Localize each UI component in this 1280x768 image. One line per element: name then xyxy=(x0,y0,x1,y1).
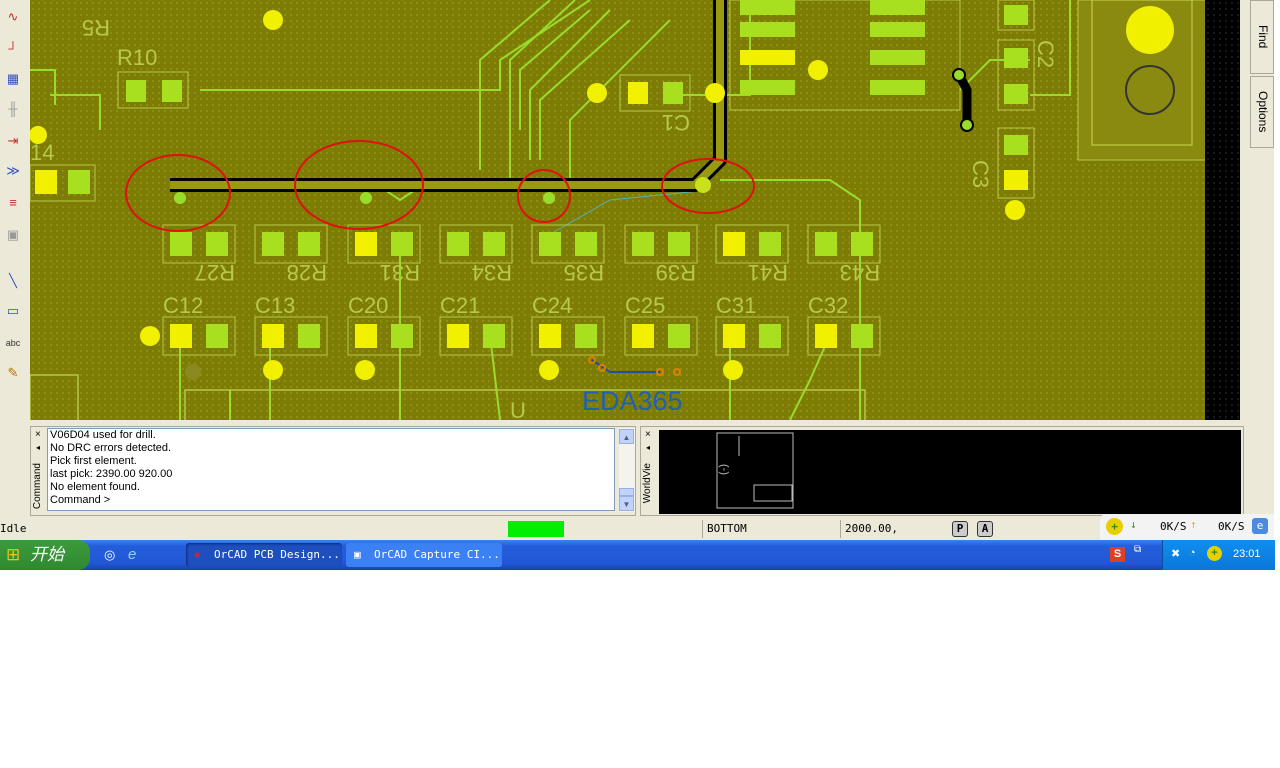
label-r41: R41 xyxy=(748,260,788,285)
label-c31: C31 xyxy=(716,293,756,318)
orcad-pcb-icon: ✱ xyxy=(194,548,201,561)
worldview-map[interactable]: (-) xyxy=(659,430,1241,514)
label-r27: R27 xyxy=(195,260,235,285)
clock[interactable]: 23:01 xyxy=(1233,548,1261,560)
label-14: 14 xyxy=(30,140,54,165)
start-label: 开始 xyxy=(30,545,64,564)
command-panel-title: Command xyxy=(32,463,43,510)
command-line: No DRC errors detected. xyxy=(50,442,172,454)
worldview-panel: × ◂ WorldVie (-) xyxy=(640,426,1244,516)
pcb-design-canvas[interactable]: R10 14 R5 R27 R28 R31 R34 R35 R39 R41 R4… xyxy=(30,0,1240,420)
route-icon[interactable]: ∿ xyxy=(4,8,22,26)
label-c13: C13 xyxy=(255,293,295,318)
left-toolbar: ∿ ┘ ▦ ╫ ⇥ ≫ ≡ ▣ ╲ ▭ abc ✎ xyxy=(0,0,31,395)
label-c32: C32 xyxy=(808,293,848,318)
volume-icon[interactable]: ◔ xyxy=(1189,547,1196,559)
download-arrow-icon: ↓ xyxy=(1130,518,1137,531)
svg-text:EDA365: EDA365 xyxy=(582,386,683,416)
command-output[interactable]: V06D04 used for drill. No DRC errors det… xyxy=(47,428,615,511)
pcb-drawing: R10 14 R5 R27 R28 R31 R34 R35 R39 R41 R4… xyxy=(30,0,1219,420)
close-icon[interactable]: × xyxy=(35,429,41,440)
ie-icon[interactable]: e xyxy=(128,546,136,563)
command-line: No element found. xyxy=(50,481,140,493)
close-icon[interactable]: × xyxy=(645,429,651,440)
label-r10: R10 xyxy=(117,45,157,70)
sogou-ime-icon[interactable]: S xyxy=(1110,547,1125,562)
orcad-pcb-window: ∿ ┘ ▦ ╫ ⇥ ≫ ≡ ▣ ╲ ▭ abc ✎ R10 14 R5 R27 … xyxy=(0,0,1274,570)
spread-icon[interactable]: ≡ xyxy=(4,194,22,212)
right-panel-tabs: Find Options xyxy=(1250,0,1274,150)
label-c20: C20 xyxy=(348,293,388,318)
label-u: U xyxy=(510,398,526,420)
label-r31: R31 xyxy=(380,260,420,285)
off-board-area xyxy=(1205,0,1240,420)
label-r39: R39 xyxy=(656,260,696,285)
command-line: V06D04 used for drill. xyxy=(50,429,156,441)
system-tray: ✖ ◔ + 23:01 xyxy=(1162,540,1275,570)
status-bar: Idle BOTTOM 2000.00, 1080.00 P A xyxy=(0,518,1274,553)
label-c21: C21 xyxy=(440,293,480,318)
task-orcad-pcb[interactable]: ✱ OrCAD PCB Design... xyxy=(186,543,342,567)
label-c25: C25 xyxy=(625,293,665,318)
start-button[interactable]: ⊞ 开始 xyxy=(0,540,90,570)
add-text-icon[interactable]: abc xyxy=(4,334,22,352)
tray-restore-icon[interactable]: ⧉ xyxy=(1134,544,1141,555)
worldview-panel-title: WorldVie xyxy=(642,463,653,504)
vias-icon[interactable]: ≫ xyxy=(4,162,22,180)
arrow-left-icon[interactable]: ◂ xyxy=(36,443,40,452)
label-r35: R35 xyxy=(564,260,604,285)
mount-pad xyxy=(1126,6,1174,54)
label-c3: C3 xyxy=(968,160,993,188)
tab-options[interactable]: Options xyxy=(1250,76,1274,148)
arrow-left-icon[interactable]: ◂ xyxy=(646,443,650,452)
label-r34: R34 xyxy=(472,260,512,285)
label-r43: R43 xyxy=(840,260,880,285)
network-status-icon[interactable]: + xyxy=(1106,518,1123,535)
label-c2: C2 xyxy=(1033,40,1058,68)
delay-tune-icon[interactable]: ╫ xyxy=(4,100,22,118)
upload-speed: 0K/S xyxy=(1218,520,1245,533)
active-layer: BOTTOM xyxy=(702,520,837,538)
edit-text-icon[interactable]: ✎ xyxy=(4,364,22,382)
network-disconnected-icon[interactable]: ✖ xyxy=(1171,547,1180,560)
a-button[interactable]: A xyxy=(977,521,993,537)
scroll-thumb[interactable] xyxy=(619,488,634,496)
download-speed: 0K/S xyxy=(1160,520,1187,533)
scroll-up-icon[interactable]: ▲ xyxy=(619,429,634,444)
status-state: Idle xyxy=(0,522,27,535)
label-c1: C1 xyxy=(662,110,690,135)
windows-logo-icon: ⊞ xyxy=(6,545,21,564)
p-button[interactable]: P xyxy=(952,521,968,537)
add-connect-icon[interactable]: ┘ xyxy=(4,40,22,58)
network-monitor: + ↓ 0K/S ↑ 0K/S e xyxy=(1100,514,1274,540)
tab-find[interactable]: Find xyxy=(1250,0,1274,74)
taskbar: ⊞ 开始 ◎ e ✱ OrCAD PCB Design... ▣ OrCAD C… xyxy=(0,540,1275,570)
add-line-icon[interactable]: ╲ xyxy=(4,272,22,290)
browser-icon[interactable]: e xyxy=(1252,518,1268,534)
add-rect-icon[interactable]: ▭ xyxy=(4,302,22,320)
eda365-logo: EDA365 xyxy=(582,356,683,416)
custom-smooth-icon[interactable]: ⇥ xyxy=(4,132,22,150)
quicklaunch-icon[interactable]: ◎ xyxy=(104,547,115,563)
status-progress-indicator xyxy=(508,521,564,537)
ic-pads xyxy=(740,0,925,95)
label-c24: C24 xyxy=(532,293,572,318)
cursor-coordinates: 2000.00, 1080.00 xyxy=(840,520,950,553)
command-line: last pick: 2390.00 920.00 xyxy=(50,468,173,480)
svg-text:(-): (-) xyxy=(718,464,730,475)
slide-icon[interactable]: ▦ xyxy=(4,70,22,88)
scroll-down-icon[interactable]: ▼ xyxy=(619,496,634,511)
orcad-capture-icon: ▣ xyxy=(354,548,361,561)
command-prompt[interactable]: Command > xyxy=(50,494,614,507)
command-scrollbar[interactable]: ▲ ▼ xyxy=(619,428,635,512)
network-monitor-tray-icon[interactable]: + xyxy=(1207,546,1222,561)
command-line: Pick first element. xyxy=(50,455,137,467)
command-panel: × ◂ Command V06D04 used for drill. No DR… xyxy=(30,426,636,516)
label-c12: C12 xyxy=(163,293,203,318)
gloss-icon[interactable]: ▣ xyxy=(4,226,22,244)
task-orcad-capture[interactable]: ▣ OrCAD Capture CI... xyxy=(346,543,502,567)
label-r5: R5 xyxy=(82,15,110,40)
upload-arrow-icon: ↑ xyxy=(1190,518,1197,531)
label-r28: R28 xyxy=(287,260,327,285)
